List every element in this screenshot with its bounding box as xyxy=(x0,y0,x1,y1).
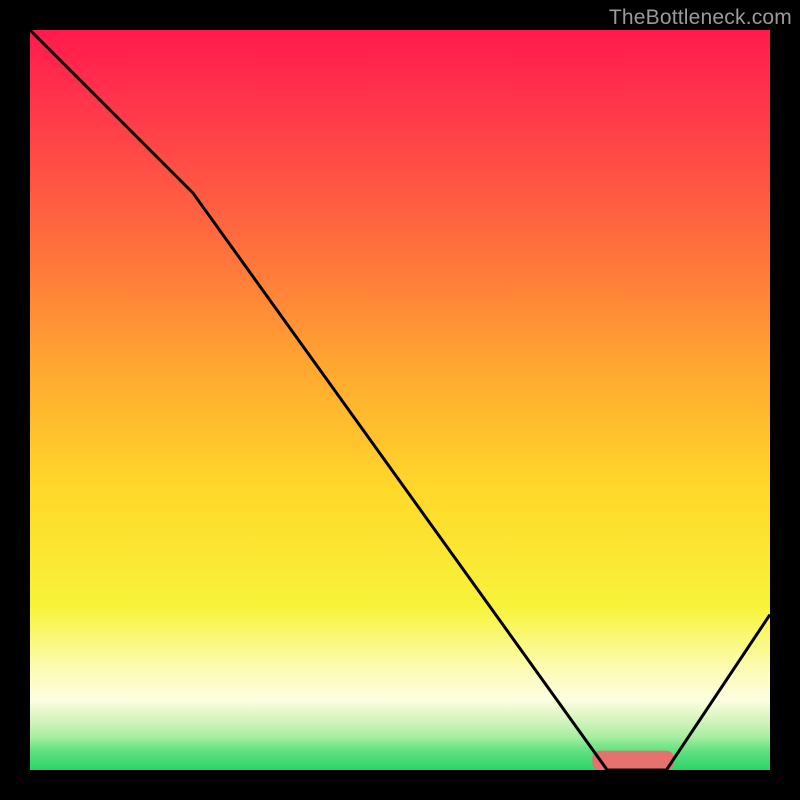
chart-svg xyxy=(30,30,770,770)
chart-frame: TheBottleneck.com xyxy=(0,0,800,800)
plot-area xyxy=(30,30,770,770)
watermark-text: TheBottleneck.com xyxy=(609,6,792,30)
